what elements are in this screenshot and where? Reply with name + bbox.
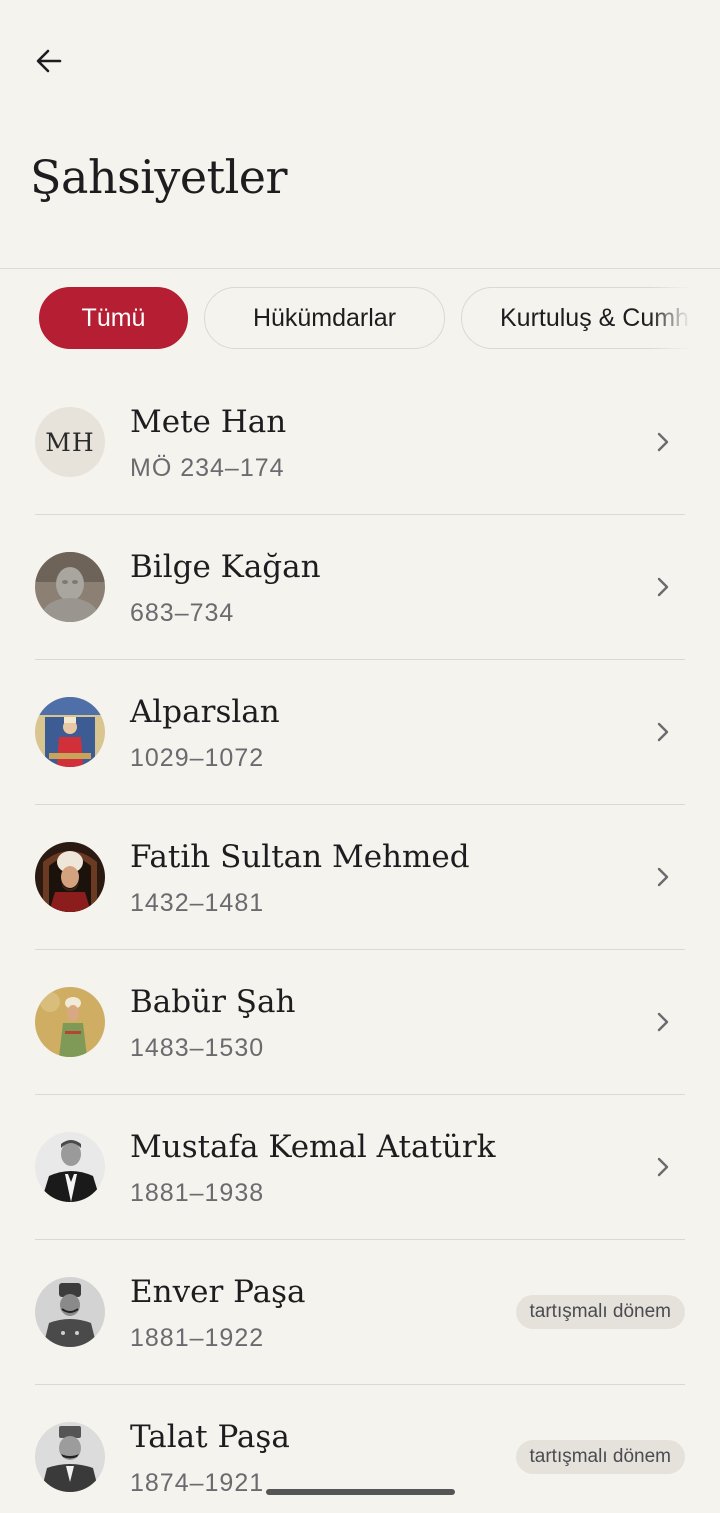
avatar (35, 697, 105, 767)
person-years: MÖ 234–174 (130, 454, 285, 482)
filter-chip-republic[interactable]: Kurtuluş & Cumhuriyet (461, 287, 690, 349)
divider (0, 268, 720, 269)
people-list: MH Mete Han MÖ 234–174 Bilge Kağan 683–7… (35, 370, 685, 1513)
list-item-bilge-kagan[interactable]: Bilge Kağan 683–734 (35, 515, 685, 660)
chevron-right-icon (653, 1010, 673, 1034)
person-years: 683–734 (130, 599, 235, 627)
list-item-alparslan[interactable]: Alparslan 1029–1072 (35, 660, 685, 805)
person-years: 1881–1922 (130, 1324, 265, 1352)
arrow-left-icon (36, 49, 62, 73)
avatar: MH (35, 407, 105, 477)
person-name: Babür Şah (130, 984, 296, 1020)
back-button[interactable] (24, 36, 74, 86)
list-item-mete-han[interactable]: MH Mete Han MÖ 234–174 (35, 370, 685, 515)
top-bar (0, 0, 720, 120)
person-years: 1432–1481 (130, 889, 265, 917)
avatar (35, 1422, 105, 1492)
chevron-right-icon (653, 720, 673, 744)
page-title: Şahsiyetler (30, 150, 288, 204)
home-indicator[interactable] (266, 1489, 455, 1495)
chevron-right-icon (653, 1155, 673, 1179)
list-item-babur-sah[interactable]: Babür Şah 1483–1530 (35, 950, 685, 1095)
list-item-ataturk[interactable]: Mustafa Kemal Atatürk 1881–1938 (35, 1095, 685, 1240)
status-badge: tartışmalı dönem (515, 1440, 685, 1474)
list-item-enver-pasa[interactable]: Enver Paşa 1881–1922 tartışmalı dönem (35, 1240, 685, 1385)
person-years: 1483–1530 (130, 1034, 265, 1062)
status-badge: tartışmalı dönem (515, 1295, 685, 1329)
chevron-right-icon (653, 430, 673, 454)
person-name: Fatih Sultan Mehmed (130, 839, 470, 875)
person-name: Bilge Kağan (130, 549, 321, 585)
filter-chips: Tümü Hükümdarlar Kurtuluş & Cumhuriyet (0, 287, 690, 351)
person-name: Mustafa Kemal Atatürk (130, 1129, 496, 1165)
avatar (35, 987, 105, 1057)
person-years: 1029–1072 (130, 744, 265, 772)
person-years: 1874–1921 (130, 1469, 265, 1497)
person-years: 1881–1938 (130, 1179, 265, 1207)
avatar (35, 842, 105, 912)
avatar (35, 1277, 105, 1347)
person-name: Talat Paşa (130, 1419, 290, 1455)
chevron-right-icon (653, 575, 673, 599)
person-name: Alparslan (130, 694, 280, 730)
chevron-right-icon (653, 865, 673, 889)
list-item-fatih-sultan-mehmed[interactable]: Fatih Sultan Mehmed 1432–1481 (35, 805, 685, 950)
avatar (35, 1132, 105, 1202)
filter-chip-all[interactable]: Tümü (39, 287, 188, 349)
person-name: Enver Paşa (130, 1274, 306, 1310)
person-name: Mete Han (130, 404, 287, 440)
avatar (35, 552, 105, 622)
filter-chip-rulers[interactable]: Hükümdarlar (204, 287, 445, 349)
